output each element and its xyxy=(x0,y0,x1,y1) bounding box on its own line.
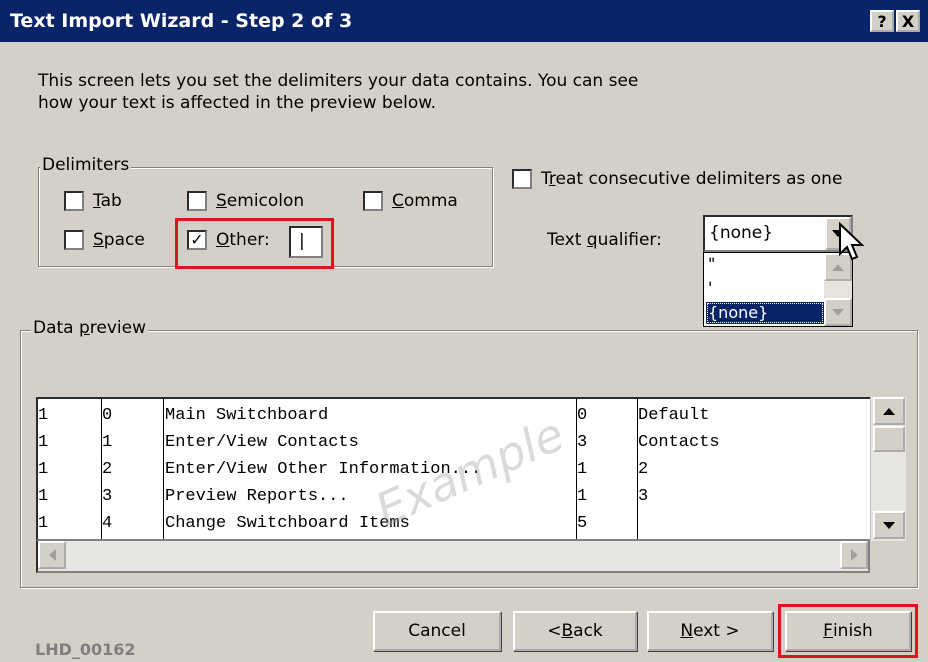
scroll-up-button[interactable] xyxy=(873,397,905,425)
scrollbar-corner xyxy=(870,541,906,573)
help-button[interactable]: ? xyxy=(870,10,894,32)
next-button[interactable]: Next > xyxy=(647,611,773,651)
dropdown-scrollbar[interactable] xyxy=(824,253,852,326)
grid-column-4: 03115 xyxy=(577,406,588,533)
title-bar: Text Import Wizard - Step 2 of 3 xyxy=(0,0,928,42)
comma-checkbox-box[interactable] xyxy=(363,191,383,211)
preview-vertical-scrollbar[interactable] xyxy=(870,397,906,541)
semicolon-checkbox-box[interactable] xyxy=(187,191,207,211)
tab-checkbox-box[interactable] xyxy=(64,191,84,211)
consecutive-checkbox[interactable]: Treat consecutive delimiters as one xyxy=(512,169,842,189)
semicolon-label: Semicolon xyxy=(216,191,305,211)
arrow-left-icon xyxy=(48,549,56,561)
consecutive-checkbox-box[interactable] xyxy=(512,169,532,189)
image-id-label: LHD_00162 xyxy=(35,640,136,659)
column-divider xyxy=(163,399,164,539)
text-qualifier-value: {none} xyxy=(709,223,774,243)
comma-checkbox[interactable]: Comma xyxy=(363,191,458,211)
text-qualifier-combo[interactable]: {none} xyxy=(703,215,853,252)
window-title: Text Import Wizard - Step 2 of 3 xyxy=(10,10,353,32)
grid-column-2: 01234 xyxy=(102,406,113,533)
space-checkbox[interactable]: Space xyxy=(64,230,145,250)
description-line-1: This screen lets you set the delimiters … xyxy=(38,71,639,91)
arrow-down-icon xyxy=(883,521,895,529)
arrow-down-icon xyxy=(832,308,844,316)
comma-label: Comma xyxy=(392,191,458,211)
delimiters-group-label: Delimiters xyxy=(40,155,132,175)
data-preview-label: Data preview xyxy=(31,318,149,338)
other-highlight-box xyxy=(175,218,334,269)
text-qualifier-dropdown: " ' {none} xyxy=(703,252,853,327)
back-button[interactable]: < Back xyxy=(513,611,637,651)
finish-highlight-box xyxy=(778,604,918,658)
close-button[interactable]: X xyxy=(896,10,920,32)
grid-column-1: 11111 xyxy=(38,406,49,533)
text-qualifier-label: Text qualifier: xyxy=(547,230,662,250)
tab-label: Tab xyxy=(93,191,122,211)
scroll-right-button[interactable] xyxy=(840,541,868,569)
consecutive-label: Treat consecutive delimiters as one xyxy=(541,169,843,189)
scroll-down-button[interactable] xyxy=(873,511,905,539)
arrow-right-icon xyxy=(850,549,858,561)
preview-horizontal-scrollbar[interactable] xyxy=(36,541,870,573)
cancel-button[interactable]: Cancel xyxy=(373,611,501,651)
scroll-left-button[interactable] xyxy=(38,541,66,569)
grid-column-5: Default Contacts 2 3 xyxy=(638,406,720,506)
space-checkbox-box[interactable] xyxy=(64,230,84,250)
arrow-up-icon xyxy=(883,407,895,415)
space-label: Space xyxy=(93,230,145,250)
qualifier-option-none[interactable]: {none} xyxy=(706,302,824,324)
dropdown-scroll-down[interactable] xyxy=(824,298,852,326)
mouse-cursor-icon xyxy=(839,222,865,261)
arrow-up-icon xyxy=(832,263,844,271)
qualifier-option-single-quote[interactable]: ' xyxy=(706,277,824,299)
qualifier-option-double-quote[interactable]: " xyxy=(706,253,824,275)
tab-checkbox[interactable]: Tab xyxy=(64,191,122,211)
scroll-thumb[interactable] xyxy=(873,426,905,452)
description-line-2: how your text is affected in the preview… xyxy=(38,93,437,113)
description-text: This screen lets you set the delimiters … xyxy=(38,70,738,114)
semicolon-checkbox[interactable]: Semicolon xyxy=(187,191,304,211)
